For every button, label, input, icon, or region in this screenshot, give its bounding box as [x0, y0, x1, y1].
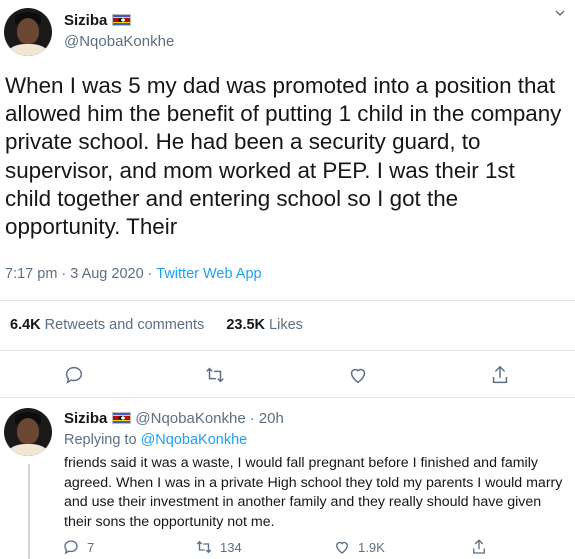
- like-count: 1.9K: [358, 539, 385, 555]
- retweet-count: 134: [220, 539, 242, 555]
- reply-count: 7: [87, 539, 95, 555]
- likes-stat[interactable]: 23.5K Likes: [226, 317, 303, 333]
- chevron-down-icon[interactable]: [555, 8, 565, 18]
- retweet-icon: [206, 367, 224, 383]
- retweet-icon: [196, 540, 212, 554]
- reply-timestamp[interactable]: 20h: [259, 410, 284, 427]
- reply-header: Siziba @NqobaKonkhe · 20h: [64, 410, 284, 427]
- avatar[interactable]: [4, 8, 52, 56]
- reply-share-button[interactable]: [470, 538, 488, 556]
- reply-button[interactable]: [63, 364, 85, 386]
- thread-line: [28, 464, 30, 559]
- reply-text: friends said it was a waste, I would fal…: [64, 455, 563, 530]
- tweet-source-app[interactable]: Twitter Web App: [156, 266, 261, 282]
- reply-retweet-button[interactable]: 134: [195, 538, 242, 556]
- replying-to: Replying to @NqobaKonkhe: [64, 432, 248, 448]
- user-handle[interactable]: @NqobaKonkhe: [64, 33, 174, 50]
- reply-like-button[interactable]: 1.9K: [333, 538, 385, 556]
- retweet-button[interactable]: [204, 364, 226, 386]
- like-button[interactable]: [347, 364, 369, 386]
- share-icon: [473, 539, 485, 554]
- share-button[interactable]: [489, 364, 511, 386]
- divider: [0, 300, 575, 301]
- tweet-actions: [0, 360, 575, 392]
- replying-to-handle[interactable]: @NqobaKonkhe: [141, 432, 248, 448]
- reply-handle[interactable]: @NqobaKonkhe: [135, 410, 245, 427]
- reply-display-name[interactable]: Siziba: [64, 410, 107, 427]
- display-name[interactable]: Siziba: [64, 12, 107, 29]
- reply-tweet[interactable]: Siziba @NqobaKonkhe · 20h Replying to @N…: [0, 398, 575, 559]
- main-tweet: Siziba @NqobaKonkhe When I was 5 my dad …: [0, 0, 575, 397]
- comment-icon: [65, 366, 83, 384]
- tweet-meta: 7:17 pm · 3 Aug 2020 · Twitter Web App: [5, 266, 262, 282]
- tweet-text: When I was 5 my dad was promoted into a …: [5, 73, 562, 240]
- user-name-row[interactable]: Siziba: [64, 12, 132, 30]
- tweet-timestamp[interactable]: 7:17 pm · 3 Aug 2020 ·: [5, 266, 156, 282]
- comment-icon: [64, 540, 78, 555]
- tweet-stats: 6.4K Retweets and comments 23.5K Likes: [10, 317, 303, 333]
- heart-icon: [350, 368, 366, 384]
- eswatini-flag-icon: [112, 14, 132, 26]
- eswatini-flag-icon: [112, 412, 132, 424]
- reply-avatar[interactable]: [4, 408, 52, 456]
- divider: [0, 350, 575, 351]
- reply-reply-button[interactable]: 7: [62, 538, 94, 556]
- share-icon: [492, 365, 508, 384]
- retweets-stat[interactable]: 6.4K Retweets and comments: [10, 317, 204, 333]
- heart-icon: [336, 541, 348, 554]
